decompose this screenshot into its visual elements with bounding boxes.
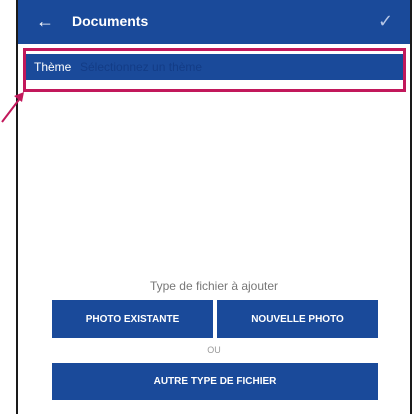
- annotation-arrow-icon: [1, 92, 24, 123]
- new-photo-button[interactable]: NOUVELLE PHOTO: [217, 300, 378, 338]
- or-separator: OU: [207, 345, 221, 355]
- theme-select-input[interactable]: [80, 58, 395, 76]
- back-arrow-icon[interactable]: ←: [36, 12, 54, 30]
- page-title: Documents: [72, 13, 149, 29]
- app-bar: ← Documents ✓: [18, 0, 410, 44]
- theme-field[interactable]: Thème: [26, 54, 403, 80]
- file-type-label: Type de fichier à ajouter: [149, 279, 279, 293]
- other-file-type-button[interactable]: AUTRE TYPE DE FICHIER: [52, 363, 378, 400]
- check-icon[interactable]: ✓: [378, 12, 396, 30]
- existing-photo-button[interactable]: PHOTO EXISTANTE: [52, 300, 213, 338]
- theme-label: Thème: [34, 60, 72, 74]
